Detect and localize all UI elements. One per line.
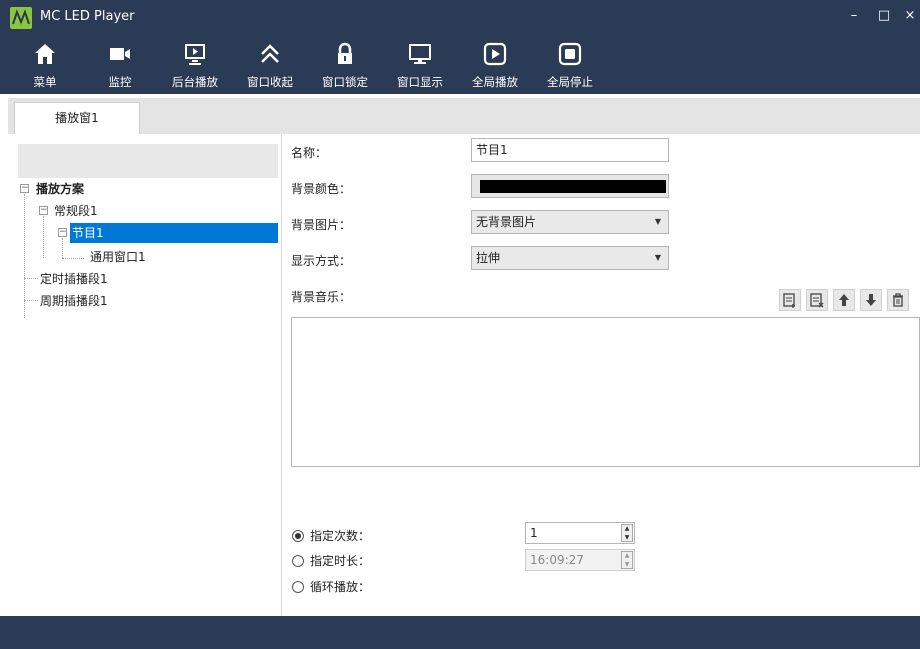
move-up-icon [839,294,849,306]
tree-node-program[interactable]: 节目1 [70,223,278,243]
play-count-value: 1 [530,526,538,540]
chevron-down-icon: ▼ [654,253,661,262]
tree-line [43,216,44,258]
play-duration-value: 16:09:27 [530,553,584,567]
bgcolor-swatch [480,180,666,193]
app-logo-icon [10,7,32,29]
schedule-tree-panel: − 播放方案 − 常规段1 − 节目1 通用窗口1 定时插播段1 周期插播段1 [14,134,282,616]
collapse-toggle-icon[interactable]: − [39,206,48,215]
lock-window-label: 窗口锁定 [322,75,368,89]
camera-icon [108,42,132,66]
spin-down-icon[interactable]: ▼ [622,534,632,542]
remove-music-button[interactable] [806,289,828,311]
spin-up-icon[interactable]: ▲ [622,525,632,533]
move-down-button[interactable] [860,289,882,311]
tab-strip-background [8,98,920,134]
tree-node-normal-segment[interactable]: 常规段1 [54,201,98,221]
background-play-button[interactable]: 后台播放 [160,34,230,94]
display-mode-value: 拉伸 [476,251,501,265]
global-stop-button[interactable]: 全局停止 [535,34,605,94]
global-play-label: 全局播放 [472,75,518,89]
spin-up-icon: ▲ [624,552,630,559]
tree-line [62,258,84,259]
name-field[interactable]: 节目1 [471,138,669,162]
bg-music-label: 背景音乐： [291,290,352,304]
play-duration-label: 指定时长： [310,554,371,568]
title-bar: MC LED Player – □ × [0,0,920,34]
tree-header [18,144,278,178]
global-stop-label: 全局停止 [547,75,593,89]
play-count-label: 指定次数： [310,529,371,543]
add-music-icon [783,293,795,308]
tree-node-window[interactable]: 通用窗口1 [90,247,146,267]
remove-music-icon [810,293,824,308]
collapse-window-button[interactable]: 窗口收起 [235,34,305,94]
monitor-icon [408,42,432,66]
toolbar: 菜单 监控 后台播放 窗口收起 窗口锁定 窗口显示 全局播放 全局停止 [0,34,920,94]
tab-strip: 播放窗1 [0,94,920,134]
bgcolor-picker[interactable] [471,174,669,198]
monitor-button[interactable]: 监控 [85,34,155,94]
spin-down-icon: ▼ [624,561,630,568]
bgimage-value: 无背景图片 [476,215,537,229]
play-duration-spinner: 16:09:27 ▲ ▼ [525,549,635,571]
name-label: 名称： [291,146,328,160]
stop-icon [558,42,582,66]
menu-label: 菜单 [33,75,57,89]
lock-window-button[interactable]: 窗口锁定 [310,34,380,94]
show-window-label: 窗口显示 [397,75,443,89]
bgcolor-label: 背景颜色： [291,182,352,196]
loop-play-radio[interactable] [292,581,304,593]
play-count-radio[interactable] [292,530,304,542]
delete-icon [893,293,903,307]
collapse-toggle-icon[interactable]: − [20,184,29,193]
tree-line [62,238,63,258]
show-window-button[interactable]: 窗口显示 [385,34,455,94]
status-bar [0,616,920,649]
tree-line [24,300,38,301]
monitor-label: 监控 [108,75,132,89]
tree-node-plan[interactable]: 播放方案 [36,179,84,199]
minimize-button[interactable]: – [844,6,864,26]
tree-node-timed-segment[interactable]: 定时插播段1 [40,269,108,289]
spinner-buttons: ▲ ▼ [621,551,633,569]
background-play-label: 后台播放 [172,75,218,89]
move-up-button[interactable] [833,289,855,311]
window-title: MC LED Player [40,9,135,24]
tree-node-periodic-segment[interactable]: 周期插播段1 [40,291,108,311]
display-mode-label: 显示方式： [291,254,352,268]
delete-music-button[interactable] [887,289,909,311]
tab-play-window-1[interactable]: 播放窗1 [14,102,140,134]
spinner-buttons[interactable]: ▲ ▼ [621,524,633,542]
lock-icon [333,42,357,66]
home-icon [33,42,57,66]
play-count-spinner[interactable]: 1 ▲ ▼ [525,522,635,544]
bgimage-select[interactable]: 无背景图片 ▼ [471,210,669,234]
global-play-button[interactable]: 全局播放 [460,34,530,94]
monitor-play-icon [183,42,207,66]
collapse-window-label: 窗口收起 [247,75,293,89]
close-button[interactable]: × [900,6,920,26]
play-duration-radio[interactable] [292,555,304,567]
collapse-toggle-icon[interactable]: − [58,228,67,237]
display-mode-select[interactable]: 拉伸 ▼ [471,246,669,270]
loop-play-label: 循环播放： [310,580,371,594]
chevron-down-icon: ▼ [654,217,661,226]
play-icon [483,42,507,66]
bg-music-list[interactable] [291,317,920,467]
chevrons-up-icon [258,42,282,66]
move-down-icon [866,294,876,306]
menu-button[interactable]: 菜单 [10,34,80,94]
maximize-button[interactable]: □ [874,6,894,26]
tree-line [24,278,38,279]
add-music-button[interactable] [779,289,801,311]
bgimage-label: 背景图片： [291,218,352,232]
